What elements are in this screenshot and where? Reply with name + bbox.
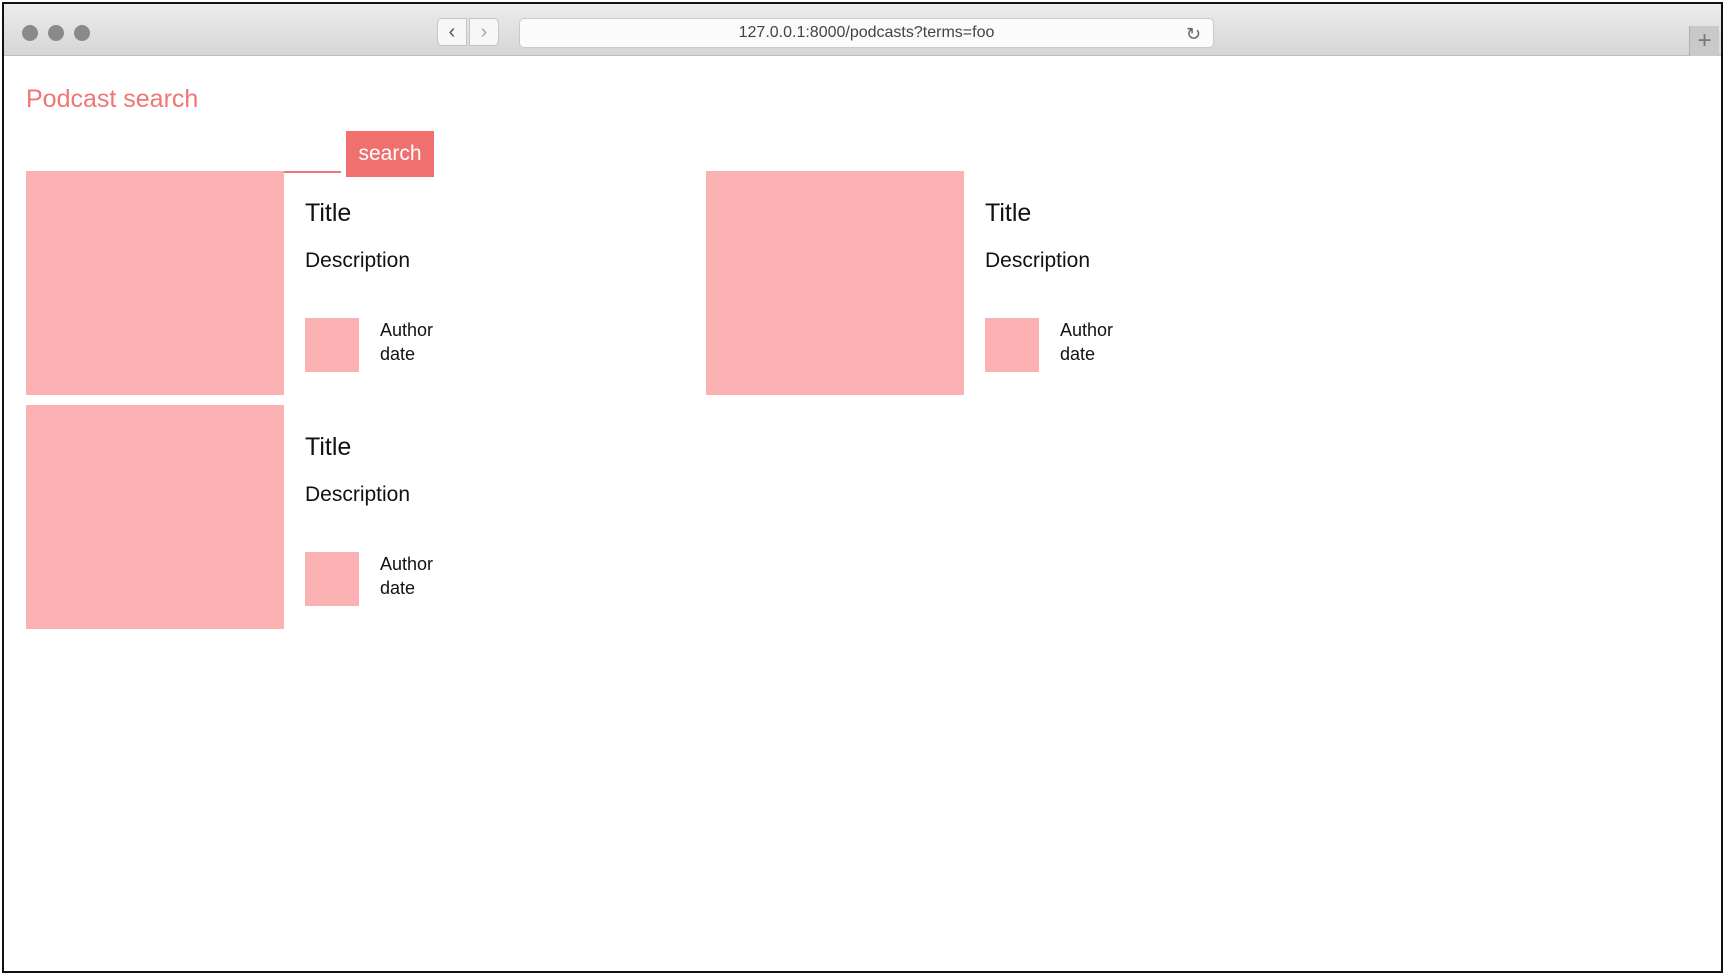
search-input[interactable] [26, 133, 341, 173]
author-avatar [305, 318, 359, 372]
podcast-title[interactable]: Title [305, 433, 351, 462]
zoom-window-button[interactable] [74, 25, 90, 41]
plus-icon: + [1697, 27, 1712, 54]
page-title: Podcast search [26, 85, 199, 113]
podcast-card[interactable]: Title Description Author date [706, 171, 1266, 395]
podcast-card[interactable]: Title Description Author date [26, 405, 586, 629]
close-window-button[interactable] [22, 25, 38, 41]
author-avatar [985, 318, 1039, 372]
reload-icon[interactable]: ↻ [1186, 24, 1201, 45]
podcast-date: date [1060, 344, 1096, 364]
podcast-date: date [380, 344, 416, 364]
podcast-title[interactable]: Title [305, 199, 351, 228]
podcast-date: date [380, 578, 416, 598]
podcast-title[interactable]: Title [985, 199, 1031, 228]
new-tab-button[interactable]: + [1689, 26, 1719, 56]
browser-toolbar: ‹ › 127.0.0.1:8000/podcasts?terms=foo ↻ … [4, 4, 1721, 56]
chevron-right-icon: › [480, 21, 488, 43]
podcast-description: Description [305, 249, 411, 272]
minimize-window-button[interactable] [48, 25, 64, 41]
browser-window: ‹ › 127.0.0.1:8000/podcasts?terms=foo ↻ … [2, 2, 1723, 973]
address-bar-url: 127.0.0.1:8000/podcasts?terms=foo [738, 24, 995, 41]
author-avatar [305, 552, 359, 606]
chevron-left-icon: ‹ [448, 21, 456, 43]
address-bar[interactable]: 127.0.0.1:8000/podcasts?terms=foo ↻ [519, 18, 1214, 48]
podcast-artwork[interactable] [706, 171, 964, 395]
podcast-description: Description [985, 249, 1091, 272]
podcast-artwork[interactable] [26, 171, 284, 395]
back-button[interactable]: ‹ [437, 18, 467, 46]
window-controls [22, 25, 90, 41]
podcast-artwork[interactable] [26, 405, 284, 629]
podcast-card[interactable]: Title Description Author date [26, 171, 586, 395]
podcast-author: Author [1060, 320, 1114, 340]
podcast-description: Description [305, 483, 411, 506]
page-content: Podcast search search Title Description … [4, 57, 1721, 971]
podcast-author: Author [380, 320, 434, 340]
podcast-author: Author [380, 554, 434, 574]
forward-button[interactable]: › [469, 18, 499, 46]
